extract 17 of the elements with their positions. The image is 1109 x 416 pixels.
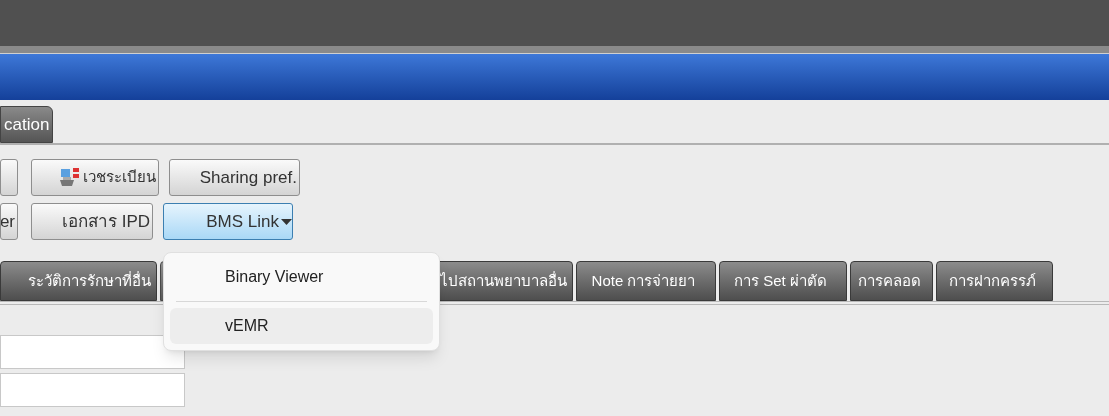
- caret-icon: [281, 218, 292, 225]
- tab[interactable]: การคลอด: [850, 261, 933, 301]
- toolbar-button[interactable]: เวชระเบียน: [31, 159, 159, 196]
- tab[interactable]: การฝากครรภ์: [936, 261, 1053, 301]
- toolbar-button[interactable]: er: [0, 203, 18, 240]
- tab[interactable]: การ Set ผ่าตัด: [719, 261, 847, 301]
- menu-item[interactable]: vEMR: [170, 308, 433, 344]
- input-field[interactable]: [0, 335, 185, 369]
- input-field[interactable]: [0, 373, 185, 407]
- toolbar-button[interactable]: Sharing pref.: [169, 159, 300, 196]
- tab[interactable]: Note การจ่ายยา: [576, 261, 716, 301]
- toolbar-button[interactable]: เอกสาร IPD: [31, 203, 153, 240]
- toolbar-button[interactable]: [0, 159, 18, 196]
- tab[interactable]: cation: [0, 106, 54, 143]
- tab[interactable]: ระวัติการรักษาที่อื่น: [0, 261, 157, 301]
- computer-icon: [59, 166, 81, 189]
- dropdown-button[interactable]: BMS Link: [163, 203, 293, 240]
